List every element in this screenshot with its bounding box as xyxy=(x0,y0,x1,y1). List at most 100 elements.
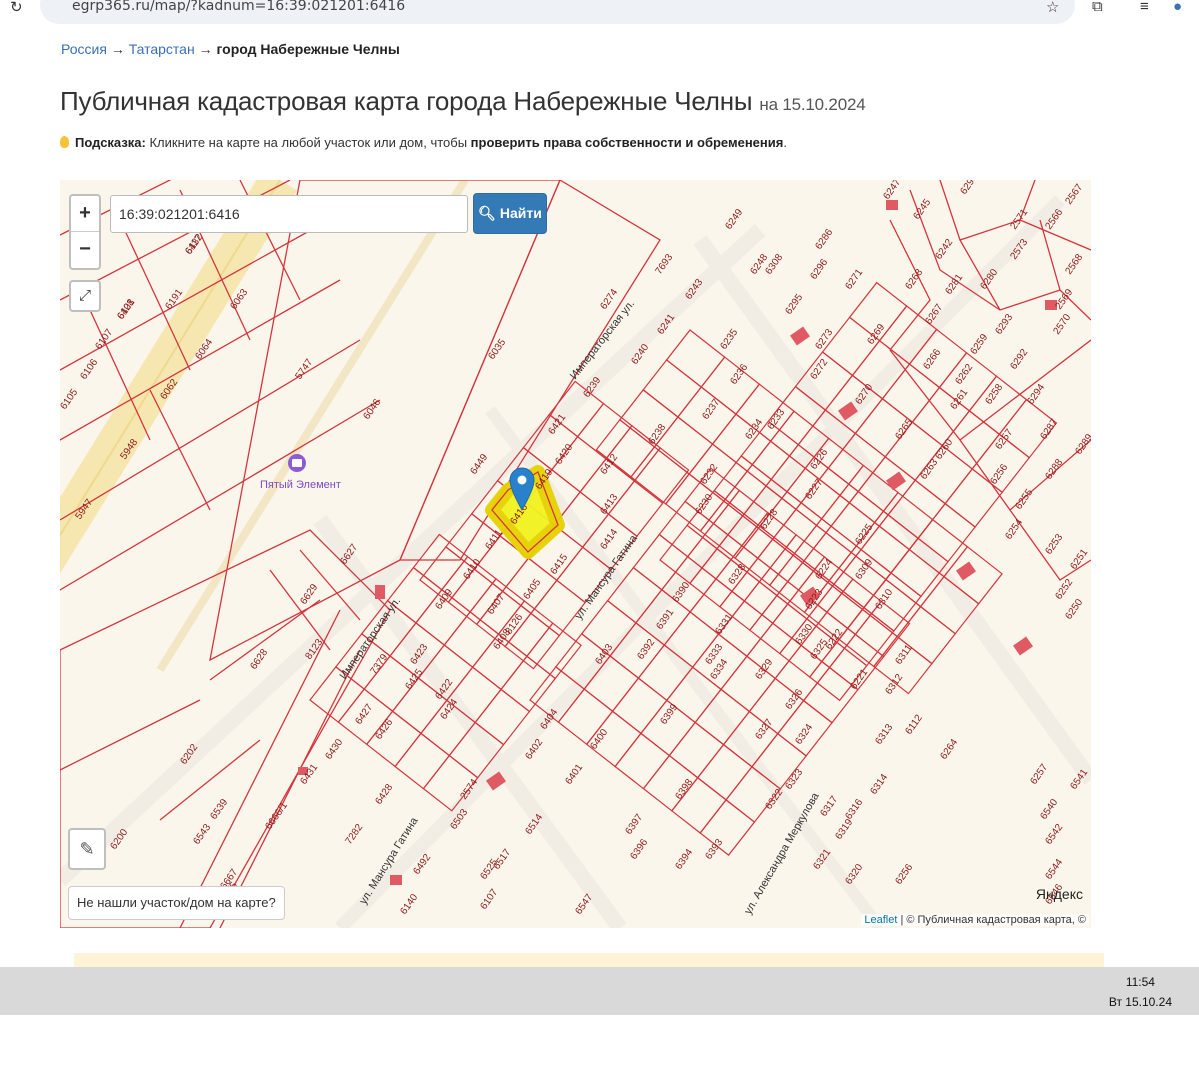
building xyxy=(886,200,898,210)
parcel-number: 6257 xyxy=(1028,762,1050,787)
profile-icon[interactable]: ● xyxy=(1173,0,1182,15)
parcel[interactable] xyxy=(611,677,668,735)
draw-pencil-button[interactable]: ✎ xyxy=(68,828,106,870)
parcel[interactable] xyxy=(835,606,895,667)
parcel-number: 6286 xyxy=(813,227,835,252)
parcel-number: 6331 xyxy=(713,612,735,637)
parcel-number: 6249 xyxy=(723,207,745,232)
parcel[interactable] xyxy=(821,316,881,377)
cadastral-search-input[interactable] xyxy=(110,195,468,233)
parcel-number: 6427 xyxy=(353,702,375,727)
parcel-number: 6264 xyxy=(938,737,960,762)
parcel-number: 6430 xyxy=(323,737,345,762)
parcel-number: 6292 xyxy=(1008,347,1030,372)
parcel-number: 6140 xyxy=(398,892,420,917)
building xyxy=(390,875,402,885)
extensions-icon[interactable]: ⧉ xyxy=(1092,0,1103,15)
attribution-text: | © Публичная кадастровая карта, © xyxy=(900,914,1086,926)
parcel-number: 6259 xyxy=(968,332,990,357)
parcel-number: 2570 xyxy=(1051,312,1073,337)
parcel-number: 6251 xyxy=(1068,547,1090,572)
taskbar-clock: 11:54 Вт 15.10.24 xyxy=(1109,972,1172,1012)
browser-toolbar: ↻ egrp365.ru/map/?kadnum=16:39:021201:64… xyxy=(0,0,1199,30)
fullscreen-button[interactable]: ⤢ xyxy=(69,280,101,312)
page-title-date: на 15.10.2024 xyxy=(759,95,866,114)
not-found-button[interactable]: Не нашли участок/дом на карте? xyxy=(68,886,285,920)
parcel-number: 6316 xyxy=(843,797,865,822)
parcel-number: 6295 xyxy=(783,292,805,317)
cadastral-map[interactable]: 6117 6108 6107 6106 6105 6191 6063 6064 6062 5948… xyxy=(60,180,1091,928)
parcel-number: 6397 xyxy=(623,812,645,837)
parcel[interactable] xyxy=(941,410,1001,470)
parcel[interactable] xyxy=(614,732,671,790)
poi-marker[interactable]: Пятый Элемент xyxy=(260,454,341,491)
parcel[interactable] xyxy=(802,666,859,724)
parcel-number: 6230 xyxy=(693,492,715,517)
parcel-number: 6413 xyxy=(598,492,620,517)
street-road xyxy=(335,195,1065,928)
breadcrumb-separator: → xyxy=(110,41,125,57)
parcel-number: 6308 xyxy=(763,252,785,277)
parcel-number: 6245 xyxy=(911,197,933,222)
parcel-number: 6288 xyxy=(1043,457,1065,482)
parcel-number: 6407 xyxy=(485,592,507,617)
building xyxy=(956,561,976,581)
parcel[interactable] xyxy=(668,721,725,779)
star-icon[interactable]: ☆ xyxy=(1046,0,1059,16)
parcel[interactable] xyxy=(642,359,703,418)
parcel[interactable] xyxy=(607,480,664,538)
url-text[interactable]: egrp365.ru/map/?kadnum=16:39:021201:6416 xyxy=(72,0,405,14)
parcel-number: 6238 xyxy=(646,422,668,447)
below-map-banner xyxy=(74,953,1104,967)
parcel-number: 6409 xyxy=(433,587,455,612)
clock-date: Вт 15.10.24 xyxy=(1108,995,1172,1009)
parcel-number: 6414 xyxy=(598,527,620,552)
breadcrumb-link-tatarstan[interactable]: Татарстан xyxy=(129,41,195,57)
parcel-number: 6242 xyxy=(933,237,955,262)
parcel[interactable] xyxy=(365,710,422,768)
parcel-number: 6289 xyxy=(1073,432,1091,457)
parcel-number: 6290 xyxy=(958,180,980,197)
parcel-number: 6250 xyxy=(1063,597,1085,622)
zoom-out-button[interactable]: − xyxy=(71,231,99,267)
search-icon: 🔍︎ xyxy=(478,205,496,221)
parcel[interactable] xyxy=(394,732,451,790)
parcel-number: 6107 xyxy=(478,887,500,912)
leaflet-link[interactable]: Leaflet xyxy=(864,914,897,926)
breadcrumb-separator: → xyxy=(198,41,213,57)
parcel[interactable] xyxy=(863,572,922,632)
map-attribution: Leaflet | © Публичная кадастровая карта,… xyxy=(861,914,1089,926)
street-label: ул. Александра Меркулова xyxy=(742,790,822,916)
parcel-number: 6227 xyxy=(803,477,825,502)
expand-icon: ⤢ xyxy=(78,287,91,304)
building xyxy=(375,585,385,599)
reload-icon[interactable]: ↻ xyxy=(10,0,23,16)
parcel-number: 6258 xyxy=(983,382,1005,407)
breadcrumb-link-russia[interactable]: Россия xyxy=(61,41,107,57)
parcel-number: 6312 xyxy=(883,672,905,697)
zoom-in-button[interactable]: + xyxy=(71,196,99,231)
parcel[interactable] xyxy=(576,402,633,460)
parcel-number: 6405 xyxy=(521,577,543,602)
parcel-number: 6323 xyxy=(783,767,805,792)
parcel-number: 6233 xyxy=(765,407,787,432)
find-button[interactable]: 🔍︎ Найти xyxy=(473,193,547,234)
parcel-number: 6105 xyxy=(60,387,80,412)
parcel-number: 6271 xyxy=(843,267,865,292)
parcel-number: 6400 xyxy=(588,727,610,752)
parcel[interactable] xyxy=(665,329,726,388)
map-canvas[interactable]: 611761086107610661056191 6063606460625948… xyxy=(60,180,1091,928)
street-road xyxy=(60,224,766,886)
parcel[interactable] xyxy=(633,447,690,505)
menu-icon[interactable]: ≡ xyxy=(1140,0,1149,15)
parcel-number: 6107 xyxy=(93,327,115,352)
hint-text: Кликните на карте на любой участок или д… xyxy=(149,135,468,150)
parcel-number: 6394 xyxy=(673,847,695,872)
find-button-label: Найти xyxy=(499,205,542,221)
parcel[interactable] xyxy=(630,446,691,505)
parcel-number: 6329 xyxy=(753,657,775,682)
parcel-number: 6232 xyxy=(698,462,720,487)
parcel-number: 7693 xyxy=(653,252,675,277)
parcel[interactable] xyxy=(746,622,802,680)
parcel-number: 6415 xyxy=(548,552,570,577)
